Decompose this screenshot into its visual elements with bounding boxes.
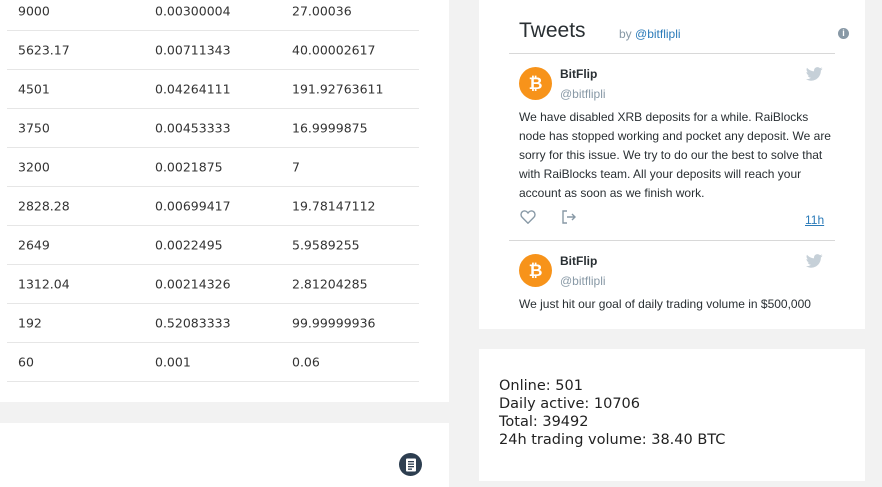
document-icon[interactable] xyxy=(399,453,422,476)
price-cell: 60 xyxy=(18,354,34,370)
table-row: 5623.17 0.00711343 40.00002617 xyxy=(7,31,419,70)
online-count: Online: 501 xyxy=(499,378,583,394)
tweet-timestamp[interactable]: 11h xyxy=(805,213,824,227)
tweet-item[interactable]: ₿ BitFlip @bitflipli We just hit our goa… xyxy=(509,242,835,329)
amount-cell: 0.001 xyxy=(155,354,191,370)
table-row: 4501 0.04264111 191.92763611 xyxy=(7,70,419,109)
price-cell: 3750 xyxy=(18,120,50,136)
author-handle[interactable]: @bitflipli xyxy=(560,87,606,101)
amount-cell: 0.00711343 xyxy=(155,42,231,58)
price-cell: 9000 xyxy=(18,3,50,19)
total-users-count: Total: 39492 xyxy=(499,414,589,430)
amount-cell: 0.0021875 xyxy=(155,159,223,175)
tweets-by: by @bitflipli xyxy=(619,27,681,41)
price-cell: 5623.17 xyxy=(18,42,70,58)
tweets-header: Tweets by @bitflipli i xyxy=(509,0,849,54)
bitcoin-logo-icon: ₿ xyxy=(528,261,543,280)
avatar[interactable]: ₿ xyxy=(519,67,552,100)
amount-cell: 0.00699417 xyxy=(155,198,231,214)
price-cell: 1312.04 xyxy=(18,276,70,292)
amount-cell: 0.00453333 xyxy=(155,120,231,136)
total-cell: 16.9999875 xyxy=(292,120,368,136)
total-cell: 7 xyxy=(292,159,300,175)
order-table: 9000 0.00300004 27.00036 5623.17 0.00711… xyxy=(0,0,449,402)
price-cell: 2828.28 xyxy=(18,198,70,214)
daily-active-count: Daily active: 10706 xyxy=(499,396,640,412)
tweet-item[interactable]: ₿ BitFlip @bitflipli We have disabled XR… xyxy=(509,55,835,241)
table-row: 192 0.52083333 99.99999936 xyxy=(7,304,419,343)
twitter-bird-icon[interactable] xyxy=(806,67,823,81)
by-prefix: by xyxy=(619,27,632,41)
amount-cell: 0.0022495 xyxy=(155,237,223,253)
table-row: 1312.04 0.00214326 2.81204285 xyxy=(7,265,419,304)
price-cell: 4501 xyxy=(18,81,50,97)
tweets-widget: Tweets by @bitflipli i ₿ BitFlip @bitfli… xyxy=(479,0,865,329)
author-handle[interactable]: @bitflipli xyxy=(560,274,606,288)
table-row: 3200 0.0021875 7 xyxy=(7,148,419,187)
total-cell: 5.9589255 xyxy=(292,237,360,253)
tweet-text: We just hit our goal of daily trading vo… xyxy=(519,297,811,311)
amount-cell: 0.04264111 xyxy=(155,81,231,97)
share-icon[interactable] xyxy=(561,210,577,224)
heart-icon[interactable] xyxy=(520,210,536,224)
total-cell: 19.78147112 xyxy=(292,198,376,214)
author-name[interactable]: BitFlip xyxy=(560,254,597,268)
total-cell: 191.92763611 xyxy=(292,81,384,97)
price-cell: 192 xyxy=(18,315,42,331)
total-cell: 2.81204285 xyxy=(292,276,368,292)
twitter-bird-icon[interactable] xyxy=(806,254,823,268)
tweets-title: Tweets xyxy=(519,19,586,42)
bitcoin-logo-icon: ₿ xyxy=(528,74,543,93)
table-row: 2649 0.0022495 5.9589255 xyxy=(7,226,419,265)
table-row: 9000 0.00300004 27.00036 xyxy=(7,0,419,31)
price-cell: 2649 xyxy=(18,237,50,253)
trading-volume: 24h trading volume: 38.40 BTC xyxy=(499,432,726,448)
tweet-text: We have disabled XRB deposits for a whil… xyxy=(519,110,831,200)
total-cell: 27.00036 xyxy=(292,3,352,19)
amount-cell: 0.00214326 xyxy=(155,276,231,292)
profile-link[interactable]: @bitflipli xyxy=(635,27,681,41)
amount-cell: 0.00300004 xyxy=(155,3,231,19)
total-cell: 99.99999936 xyxy=(292,315,376,331)
table-row: 3750 0.00453333 16.9999875 xyxy=(7,109,419,148)
table-row: 2828.28 0.00699417 19.78147112 xyxy=(7,187,419,226)
bottom-panel xyxy=(0,423,449,487)
price-cell: 3200 xyxy=(18,159,50,175)
avatar[interactable]: ₿ xyxy=(519,254,552,287)
total-cell: 0.06 xyxy=(292,354,320,370)
total-cell: 40.00002617 xyxy=(292,42,376,58)
author-name[interactable]: BitFlip xyxy=(560,67,597,81)
amount-cell: 0.52083333 xyxy=(155,315,231,331)
info-icon[interactable]: i xyxy=(838,28,849,39)
stats-panel: Online: 501 Daily active: 10706 Total: 3… xyxy=(479,349,865,481)
table-row: 60 0.001 0.06 xyxy=(7,343,419,382)
